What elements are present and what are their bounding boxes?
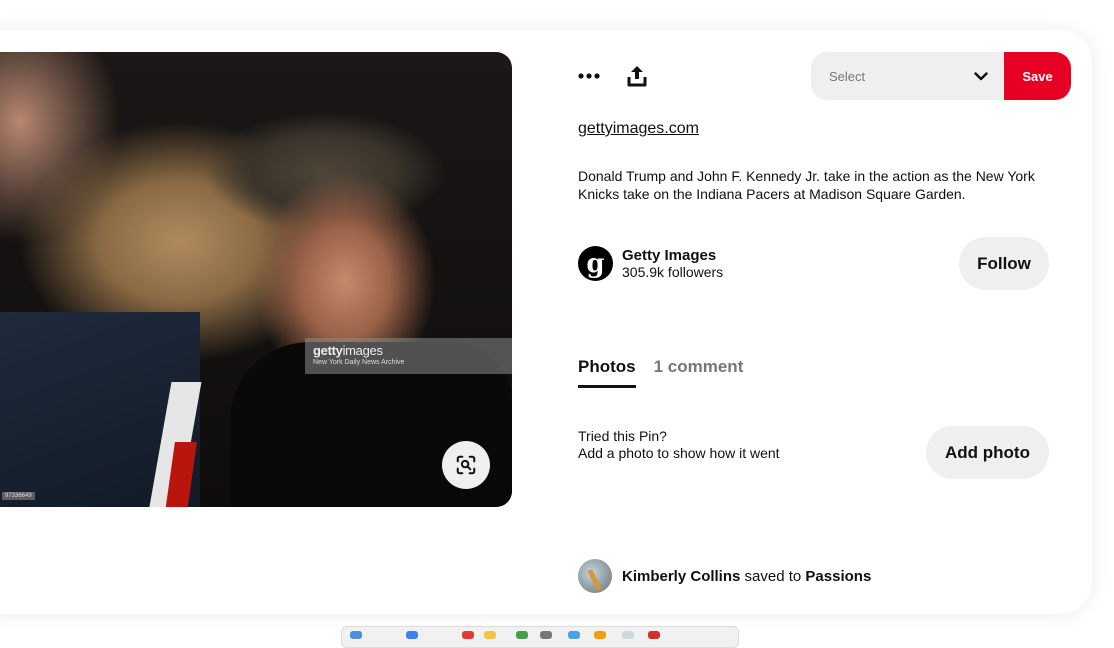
dock-app-icon[interactable] [516,631,528,639]
chevron-down-icon [974,71,988,80]
creator-avatar[interactable]: g [578,246,613,281]
pin-description: Donald Trump and John F. Kennedy Jr. tak… [578,168,1035,202]
follow-button[interactable]: Follow [959,237,1049,290]
os-dock [341,626,739,648]
pin-image[interactable]: gettyimages New York Daily News Archive … [0,52,512,507]
tried-prompt: Tried this Pin? Add a photo to show how … [578,428,780,462]
creator-followers: 305.9k followers [622,263,724,280]
dock-app-icon[interactable] [594,631,606,639]
more-horizontal-icon [578,73,600,79]
tried-prompt-subtitle: Add a photo to show how it went [578,445,780,461]
more-options-button[interactable] [578,62,600,90]
watermark-brand: gettyimages [313,343,383,358]
creator-info: g Getty Images 305.9k followers [578,246,723,281]
save-button[interactable]: Save [1004,52,1071,100]
dock-app-icon[interactable] [622,631,634,639]
visual-search-button[interactable] [442,441,490,489]
creator-avatar-letter: g [586,248,605,279]
dock-app-icon[interactable] [540,631,552,639]
saved-verb: saved to [744,567,802,585]
source-link[interactable]: gettyimages.com [578,120,699,138]
share-icon [627,66,647,87]
saver-name[interactable]: Kimberly Collins [622,568,740,585]
watermark-credit: New York Daily News Archive [313,359,405,366]
image-id-tag: 97336649 [2,492,35,500]
board-select-placeholder: Select [829,68,866,84]
board-select[interactable]: Select [811,52,1004,100]
saver-avatar[interactable] [578,559,612,593]
add-photo-button[interactable]: Add photo [926,426,1049,479]
getty-watermark: gettyimages New York Daily News Archive [305,338,512,374]
saved-by-text: Kimberly Collins saved to Passions [622,568,871,585]
dock-app-icon[interactable] [648,631,660,639]
dock-app-icon[interactable] [462,631,474,639]
saved-by-info: Kimberly Collins saved to Passions [578,559,871,593]
dock-app-icon[interactable] [568,631,580,639]
tried-prompt-title: Tried this Pin? [578,428,667,444]
share-button[interactable] [626,62,648,90]
dock-app-icon[interactable] [350,631,362,639]
dock-app-icon[interactable] [406,631,418,639]
dock-app-icon[interactable] [484,631,496,639]
creator-name[interactable]: Getty Images [622,247,723,264]
pin-tabs: Photos 1 comment [578,357,744,388]
tab-photos[interactable]: Photos [578,357,636,388]
tab-comments[interactable]: 1 comment [654,357,744,387]
lens-search-icon [456,455,476,475]
saved-board[interactable]: Passions [805,568,871,585]
